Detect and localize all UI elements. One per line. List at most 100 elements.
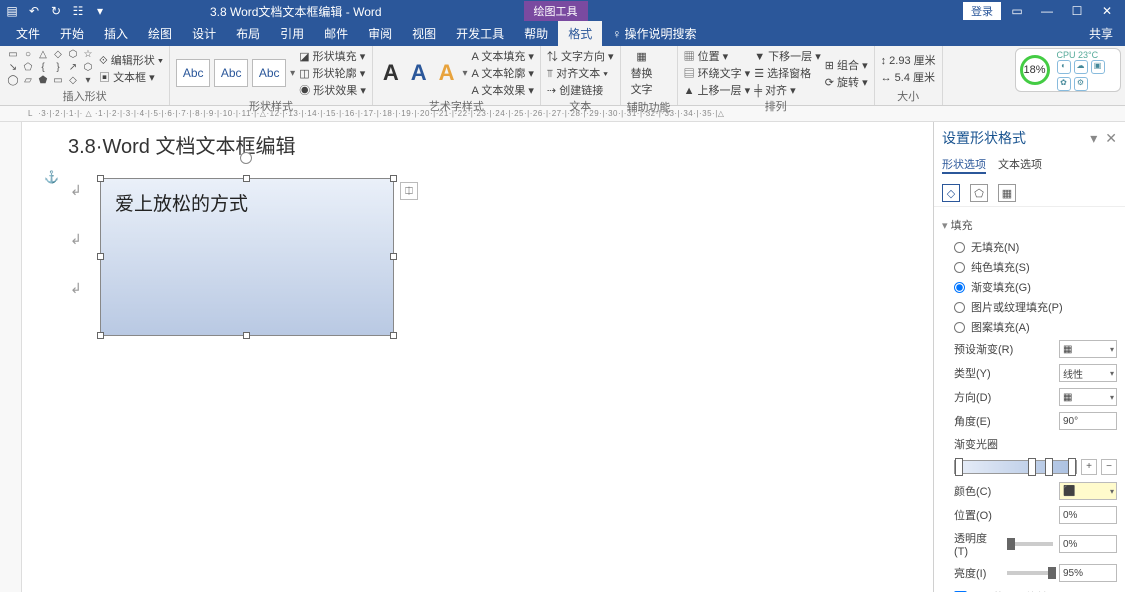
resize-handle[interactable] — [97, 253, 104, 260]
gradient-stop[interactable] — [1068, 458, 1076, 476]
document-canvas[interactable]: 3.8·Word 文档文本框编辑 ⚓ ↲↲↲ 爱上放松的方式 ⎅ — [22, 122, 933, 592]
style-preset[interactable]: Abc — [252, 59, 286, 87]
shapes-gallery[interactable]: ▭○△◇⬡☆ ↘⬠{}↗⬡ ◯▱⬟▭◇▾ — [6, 49, 95, 87]
tab-help[interactable]: 帮助 — [514, 21, 558, 46]
angle-input[interactable]: 90° — [1059, 412, 1117, 430]
gradient-stop[interactable] — [955, 458, 963, 476]
edit-shape-button[interactable]: ⟐ 编辑形状 ▾ — [99, 52, 163, 68]
gradient-stop[interactable] — [1028, 458, 1036, 476]
text-direction-button[interactable]: ⇅ 文字方向 ▾ — [547, 48, 614, 64]
height-input[interactable]: ↕ 2.93 厘米 — [881, 52, 936, 68]
qat-more-icon[interactable]: ▾ — [92, 4, 108, 18]
share-button[interactable]: 共享 — [1077, 21, 1125, 46]
shape-fill-button[interactable]: ◪ 形状填充 ▾ — [299, 48, 366, 64]
preset-gradient-dropdown[interactable]: ▦ — [1059, 340, 1117, 358]
radio-gradient-fill[interactable]: 渐变填充(G) — [942, 277, 1117, 297]
create-link-button[interactable]: ⇢ 创建链接 — [547, 82, 614, 98]
pane-dropdown-icon[interactable]: ▾ — [1090, 130, 1097, 147]
position-input[interactable]: 0% — [1059, 506, 1117, 524]
rotate-with-shape-checkbox[interactable]: 与形状一起旋转(W) — [942, 585, 1117, 592]
tab-file[interactable]: 文件 — [6, 21, 50, 46]
align-button[interactable]: ╪ 对齐 ▾ — [754, 82, 821, 98]
tab-layout[interactable]: 布局 — [226, 21, 270, 46]
style-preset[interactable]: Abc — [176, 59, 210, 87]
undo-icon[interactable]: ↶ — [26, 4, 42, 18]
resize-handle[interactable] — [97, 175, 104, 182]
effects-icon[interactable]: ⬠ — [970, 184, 988, 202]
direction-dropdown[interactable]: ▦ — [1059, 388, 1117, 406]
radio-no-fill[interactable]: 无填充(N) — [942, 237, 1117, 257]
resize-handle[interactable] — [243, 175, 250, 182]
shape-options-tab[interactable]: 形状选项 — [942, 156, 986, 174]
layout-props-icon[interactable]: ▦ — [998, 184, 1016, 202]
radio-picture-fill[interactable]: 图片或纹理填充(P) — [942, 297, 1117, 317]
alt-text-button[interactable]: ▦替换 文字 — [627, 48, 657, 99]
vertical-ruler[interactable] — [0, 122, 22, 592]
styles-more-icon[interactable]: ▾ — [290, 68, 295, 79]
textbox-button[interactable]: ▣ 文本框 ▾ — [99, 69, 163, 85]
tab-mailings[interactable]: 邮件 — [314, 21, 358, 46]
text-options-tab[interactable]: 文本选项 — [998, 156, 1042, 174]
tab-references[interactable]: 引用 — [270, 21, 314, 46]
selected-textbox[interactable]: 爱上放松的方式 — [100, 178, 394, 336]
position-button[interactable]: ▦ 位置 ▾ — [684, 48, 751, 64]
layout-options-icon[interactable]: ⎅ — [400, 182, 418, 200]
system-monitor-overlay[interactable]: 18% CPU 23°C ◐☁▣✿⚙ — [1015, 48, 1121, 92]
wordart-preset[interactable]: A — [379, 60, 403, 86]
text-effects-button[interactable]: A 文本效果 ▾ — [472, 82, 534, 98]
gradient-stops-track[interactable] — [954, 460, 1077, 474]
text-outline-button[interactable]: A 文本轮廓 ▾ — [472, 65, 534, 81]
shape-effects-button[interactable]: ◉ 形状效果 ▾ — [299, 82, 366, 98]
maximize-icon[interactable]: ☐ — [1063, 4, 1091, 18]
resize-handle[interactable] — [243, 332, 250, 339]
tab-insert[interactable]: 插入 — [94, 21, 138, 46]
rotate-handle[interactable] — [240, 152, 252, 164]
resize-handle[interactable] — [390, 332, 397, 339]
tab-home[interactable]: 开始 — [50, 21, 94, 46]
transparency-slider[interactable] — [1007, 542, 1054, 546]
wordart-preset[interactable]: A — [407, 60, 431, 86]
tab-format[interactable]: 格式 — [558, 21, 602, 46]
tab-draw[interactable]: 绘图 — [138, 21, 182, 46]
brightness-slider[interactable] — [1007, 571, 1054, 575]
wordart-more-icon[interactable]: ▾ — [463, 68, 468, 79]
style-preset[interactable]: Abc — [214, 59, 248, 87]
pane-close-icon[interactable]: ✕ — [1105, 130, 1117, 147]
text-fill-button[interactable]: A 文本填充 ▾ — [472, 48, 534, 64]
textbox-content[interactable]: 爱上放松的方式 — [101, 179, 393, 226]
send-back-button[interactable]: ▼ 下移一层 ▾ — [754, 48, 821, 64]
bring-forward-button[interactable]: ▲ 上移一层 ▾ — [684, 82, 751, 98]
save-icon[interactable]: ▤ — [4, 4, 20, 18]
add-stop-icon[interactable]: + — [1081, 459, 1097, 475]
minimize-icon[interactable]: — — [1033, 4, 1061, 18]
gradient-stop[interactable] — [1045, 458, 1053, 476]
resize-handle[interactable] — [390, 175, 397, 182]
resize-handle[interactable] — [97, 332, 104, 339]
fill-section-header[interactable]: 填充 — [942, 213, 1117, 237]
rotate-button[interactable]: ⟳ 旋转 ▾ — [825, 74, 868, 90]
color-dropdown[interactable]: ⬛ — [1059, 482, 1117, 500]
shape-outline-button[interactable]: ◫ 形状轮廓 ▾ — [299, 65, 366, 81]
width-input[interactable]: ↔ 5.4 厘米 — [881, 69, 936, 85]
remove-stop-icon[interactable]: − — [1101, 459, 1117, 475]
resize-handle[interactable] — [390, 253, 397, 260]
close-icon[interactable]: ✕ — [1093, 4, 1121, 18]
selection-pane-button[interactable]: ☰ 选择窗格 — [754, 65, 821, 81]
tab-developer[interactable]: 开发工具 — [446, 21, 514, 46]
tell-me[interactable]: ♀ 操作说明搜索 — [602, 21, 706, 46]
horizontal-ruler[interactable]: L ·3·|·2·|·1·|· △ ·1·|·2·|·3·|·4·|·5·|·6… — [0, 106, 1125, 122]
radio-pattern-fill[interactable]: 图案填充(A) — [942, 317, 1117, 337]
radio-solid-fill[interactable]: 纯色填充(S) — [942, 257, 1117, 277]
align-text-button[interactable]: ⫪ 对齐文本 ▾ — [547, 65, 614, 81]
tab-view[interactable]: 视图 — [402, 21, 446, 46]
redo-icon[interactable]: ↻ — [48, 4, 64, 18]
brightness-input[interactable]: 95% — [1059, 564, 1117, 582]
group-button[interactable]: ⊞ 组合 ▾ — [825, 57, 868, 73]
ribbon-display-icon[interactable]: ▭ — [1003, 4, 1031, 18]
wrap-text-button[interactable]: ▤ 环绕文字 ▾ — [684, 65, 751, 81]
type-dropdown[interactable]: 线性 — [1059, 364, 1117, 382]
tab-review[interactable]: 审阅 — [358, 21, 402, 46]
transparency-input[interactable]: 0% — [1059, 535, 1117, 553]
tab-design[interactable]: 设计 — [182, 21, 226, 46]
login-button[interactable]: 登录 — [963, 2, 1001, 20]
